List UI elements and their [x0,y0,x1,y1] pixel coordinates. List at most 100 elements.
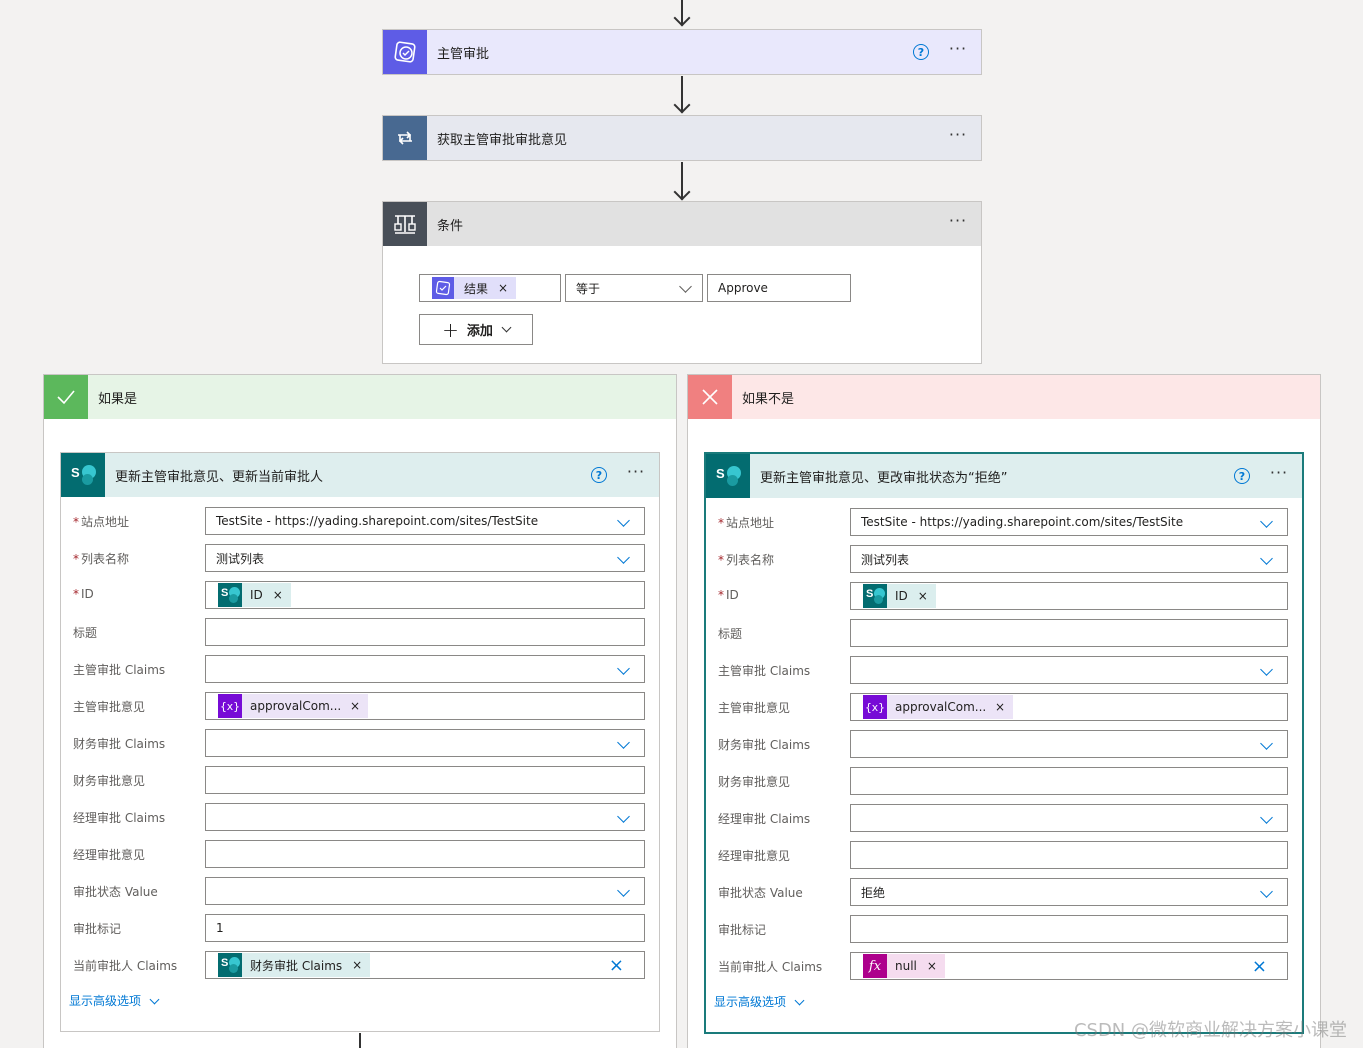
field-value: TestSite - https://yading.sharepoint.com… [216,514,539,528]
add-condition-button[interactable]: + 添加 [419,314,533,345]
update-item-action-yes[interactable]: S 更新主管审批意见、更新当前审批人 ? ··· * 站点地址 TestSite -… [60,452,660,1032]
field-dropdown[interactable]: TestSite - https://yading.sharepoint.com… [850,508,1288,536]
approval-icon [383,30,427,74]
field-input[interactable]: S 财务审批 Claims × × [205,951,645,979]
step-get-comments-card[interactable]: 获取主管审批审批意见 ··· [382,115,982,161]
field-dropdown[interactable]: 测试列表 [850,545,1288,573]
field-input[interactable]: {x} approvalCom... × [850,693,1288,721]
chevron-down-icon[interactable] [1260,663,1273,676]
field-label-text: 列表名称 [726,553,775,567]
field-label-text: ID [81,587,94,601]
plus-icon: + [442,317,459,342]
sharepoint-icon: S [218,583,242,607]
field-dropdown[interactable]: 测试列表 [205,544,645,572]
field-dropdown[interactable] [205,655,645,683]
field-label-text: 站点地址 [81,515,130,529]
chevron-down-icon[interactable] [617,884,630,897]
token-label: null [895,959,917,973]
action-title: 更新主管审批意见、更改审批状态为“拒绝” [760,470,1008,486]
update-item-action-no[interactable]: S 更新主管审批意见、更改审批状态为“拒绝” ? ··· * 站点地址 TestSi… [704,452,1304,1034]
field-input[interactable]: S ID × [850,582,1288,610]
dynamic-content-token[interactable]: {x} approvalCom... × [218,694,369,718]
dynamic-content-token[interactable]: S ID × [218,583,291,607]
remove-token-icon[interactable]: × [273,588,283,602]
field-dropdown[interactable] [205,729,645,757]
field-dropdown[interactable] [850,656,1288,684]
more-options-button[interactable]: ··· [621,464,651,483]
field-row: 主管审批意见 {x} approvalCom... × [61,692,659,722]
condition-card[interactable]: 条件 ··· 结果 × 等于 Approve + 添加 [382,201,982,364]
more-options-button[interactable]: ··· [943,127,973,146]
field-input[interactable] [205,840,645,868]
chevron-down-icon[interactable] [1260,737,1273,750]
dynamic-content-token[interactable]: S 财务审批 Claims × [218,953,371,977]
condition-left-operand[interactable]: 结果 × [419,274,561,302]
remove-token-icon[interactable]: × [927,959,937,973]
condition-operator-select[interactable]: 等于 [565,274,703,302]
dynamic-content-token[interactable]: {x} approvalCom... × [863,695,1014,719]
field-input[interactable]: 1 [205,914,645,942]
token-label: ID [895,589,908,603]
sharepoint-icon: S [61,453,105,497]
field-dropdown[interactable] [850,804,1288,832]
field-row: 财务审批意见 [61,766,659,796]
remove-token-icon[interactable]: × [352,958,362,972]
more-options-button[interactable]: ··· [943,41,973,60]
chevron-down-icon[interactable] [617,662,630,675]
help-icon[interactable]: ? [913,44,929,60]
dynamic-content-token[interactable]: S ID × [863,584,936,608]
chevron-down-icon[interactable] [1260,552,1273,565]
more-options-button[interactable]: ··· [1264,465,1294,484]
remove-token-icon[interactable]: × [918,589,928,603]
chevron-down-icon[interactable] [617,514,630,527]
field-dropdown[interactable] [205,803,645,831]
field-input[interactable] [850,619,1288,647]
field-row: 财务审批 Claims [61,729,659,759]
more-options-button[interactable]: ··· [943,213,973,232]
step-approval-card[interactable]: 主管审批 ? ··· [382,29,982,75]
field-input[interactable] [205,766,645,794]
token-label: approvalCom... [895,700,987,714]
condition-right-operand[interactable]: Approve [707,274,851,302]
approval-icon [432,277,454,299]
field-row: 主管审批 Claims [706,656,1302,686]
help-icon[interactable]: ? [591,467,607,483]
field-dropdown[interactable] [205,877,645,905]
field-label: * ID [718,588,739,602]
field-label: 经理审批意见 [73,846,145,863]
field-dropdown[interactable]: 拒绝 [850,878,1288,906]
remove-token-icon[interactable]: × [498,281,508,295]
chevron-down-icon[interactable] [1260,515,1273,528]
field-row: 经理审批 Claims [61,803,659,833]
field-input[interactable] [850,915,1288,943]
field-input[interactable] [850,841,1288,869]
field-input[interactable] [850,767,1288,795]
field-input[interactable]: fx null × × [850,952,1288,980]
help-icon[interactable]: ? [1234,468,1250,484]
field-value: 1 [216,921,224,935]
field-input[interactable] [205,618,645,646]
field-input[interactable]: {x} approvalCom... × [205,692,645,720]
show-advanced-options-link[interactable]: 显示高级选项 [714,993,805,1010]
chevron-down-icon[interactable] [617,736,630,749]
show-advanced-options-link[interactable]: 显示高级选项 [69,992,160,1009]
chevron-down-icon [679,280,692,293]
chevron-down-icon[interactable] [1260,885,1273,898]
connector-arrow [673,9,691,27]
clear-icon[interactable]: × [609,955,624,976]
chevron-down-icon[interactable] [617,551,630,564]
field-label-text: 主管审批意见 [718,701,791,715]
field-input[interactable]: S ID × [205,581,645,609]
remove-token-icon[interactable]: × [995,700,1005,714]
field-row: * 站点地址 TestSite - https://yading.sharepoin… [61,507,659,537]
field-dropdown[interactable]: TestSite - https://yading.sharepoint.com… [205,507,645,535]
remove-token-icon[interactable]: × [350,699,360,713]
field-label-text: 当前审批人 Claims [73,959,178,973]
dynamic-content-token[interactable]: fx null × [863,954,945,978]
result-token[interactable]: 结果 × [432,277,517,299]
chevron-down-icon[interactable] [1260,811,1273,824]
field-dropdown[interactable] [850,730,1288,758]
clear-icon[interactable]: × [1252,956,1267,977]
chevron-down-icon[interactable] [617,810,630,823]
step-title: 获取主管审批审批意见 [437,132,568,148]
